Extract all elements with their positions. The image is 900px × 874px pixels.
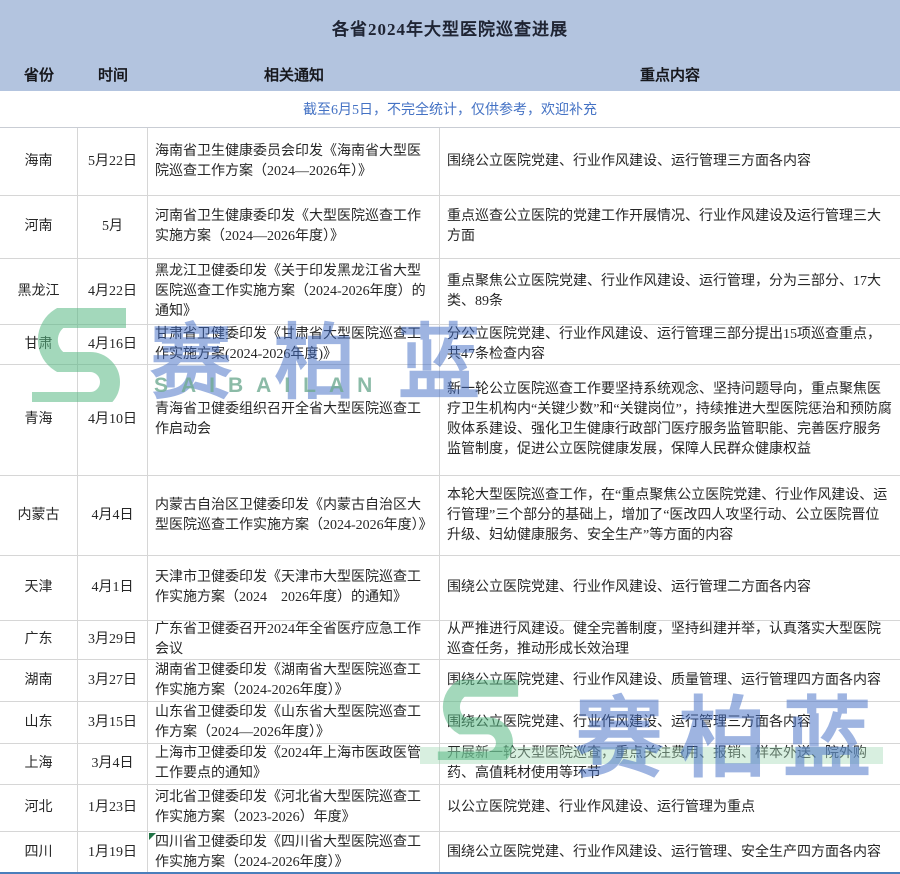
table-row: 湖南 3月27日 湖南省卫健委印发《湖南省大型医院巡查工作实施方案（2024-2… (0, 660, 900, 702)
content-cell: 围绕公立医院党建、行业作风建设、运行管理三方面各内容 (440, 702, 900, 743)
date-cell: 3月29日 (78, 621, 148, 659)
notice-cell: 四川省卫健委印发《四川省大型医院巡查工作实施方案（2024-2026年度）》 (148, 832, 440, 873)
content-cell: 围绕公立医院党建、行业作风建设、运行管理三方面各内容 (440, 128, 900, 195)
table-row: 河北 1月23日 河北省卫健委印发《河北省大型医院巡查工作实施方案（2023-2… (0, 785, 900, 832)
province-cell: 海南 (0, 128, 78, 195)
date-cell: 5月 (78, 196, 148, 258)
content-cell: 新一轮公立医院巡查工作要坚持系统观念、坚持问题导向，重点聚焦医疗卫生机构内“关键… (440, 365, 900, 475)
notice-cell: 河南省卫生健康委印发《大型医院巡查工作实施方案（2024—2026年度）》 (148, 196, 440, 258)
table-row: 黑龙江 4月22日 黑龙江卫健委印发《关于印发黑龙江省大型医院巡查工作实施方案（… (0, 259, 900, 325)
table-row: 甘肃 4月16日 甘肃省卫健委印发《甘肃省大型医院巡查工作实施方案(2024-2… (0, 325, 900, 365)
table-row: 河南 5月 河南省卫生健康委印发《大型医院巡查工作实施方案（2024—2026年… (0, 196, 900, 259)
province-cell: 山东 (0, 702, 78, 743)
date-cell: 3月4日 (78, 744, 148, 784)
notice-cell: 内蒙古自治区卫健委印发《内蒙古自治区大型医院巡查工作实施方案（2024-2026… (148, 476, 440, 555)
note-row: 截至6月5日，不完全统计，仅供参考，欢迎补充 (0, 91, 900, 128)
province-cell: 内蒙古 (0, 476, 78, 555)
province-cell: 河南 (0, 196, 78, 258)
date-cell: 4月16日 (78, 325, 148, 364)
column-header-date: 时间 (78, 58, 148, 91)
content-cell: 围绕公立医院党建、行业作风建设、运行管理、安全生产四方面各内容 (440, 832, 900, 873)
date-cell: 1月23日 (78, 785, 148, 831)
province-cell: 黑龙江 (0, 259, 78, 324)
notice-cell: 河北省卫健委印发《河北省大型医院巡查工作实施方案（2023-2026）年度》 (148, 785, 440, 831)
province-cell: 四川 (0, 832, 78, 873)
table-row: 内蒙古 4月4日 内蒙古自治区卫健委印发《内蒙古自治区大型医院巡查工作实施方案（… (0, 476, 900, 556)
table-row: 山东 3月15日 山东省卫健委印发《山东省大型医院巡查工作方案（2024—202… (0, 702, 900, 744)
column-header-row: 省份 时间 相关通知 重点内容 (0, 58, 900, 91)
notice-cell: 海南省卫生健康委员会印发《海南省大型医院巡查工作方案（2024—2026年）》 (148, 128, 440, 195)
notice-cell: 甘肃省卫健委印发《甘肃省大型医院巡查工作实施方案(2024-2026年度)》 (148, 325, 440, 364)
content-cell: 围绕公立医院党建、行业作风建设、运行管理二方面各内容 (440, 556, 900, 620)
table-body: 海南 5月22日 海南省卫生健康委员会印发《海南省大型医院巡查工作方案（2024… (0, 128, 900, 874)
date-cell: 3月27日 (78, 660, 148, 701)
content-cell: 分公立医院党建、行业作风建设、运行管理三部分提出15项巡查重点，共47条检查内容 (440, 325, 900, 364)
province-cell: 天津 (0, 556, 78, 620)
column-header-province: 省份 (0, 58, 78, 91)
province-cell: 河北 (0, 785, 78, 831)
page-title: 各省2024年大型医院巡查进展 (0, 15, 900, 40)
table-row: 广东 3月29日 广东省卫健委召开2024年全省医疗应急工作会议 从严推进行风建… (0, 621, 900, 660)
notice-cell: 上海市卫健委印发《2024年上海市医政医管工作要点的通知》 (148, 744, 440, 784)
province-cell: 湖南 (0, 660, 78, 701)
notice-cell: 天津市卫健委印发《天津市大型医院巡查工作实施方案（2024 2026年度）的通知… (148, 556, 440, 620)
table-row: 天津 4月1日 天津市卫健委印发《天津市大型医院巡查工作实施方案（2024 20… (0, 556, 900, 621)
notice-cell: 湖南省卫健委印发《湖南省大型医院巡查工作实施方案（2024-2026年度）》 (148, 660, 440, 701)
date-cell: 4月4日 (78, 476, 148, 555)
content-cell: 开展新一轮大型医院巡查，重点关注费用、报销、样本外送、院外购药、高值耗材使用等环… (440, 744, 900, 784)
province-cell: 上海 (0, 744, 78, 784)
content-cell: 重点聚焦公立医院党建、行业作风建设、运行管理，分为三部分、17大类、89条 (440, 259, 900, 324)
table-row: 青海 4月10日 青海省卫健委组织召开全省大型医院巡查工作启动会 新一轮公立医院… (0, 365, 900, 476)
content-cell: 以公立医院党建、行业作风建设、运行管理为重点 (440, 785, 900, 831)
table-row: 海南 5月22日 海南省卫生健康委员会印发《海南省大型医院巡查工作方案（2024… (0, 128, 900, 196)
table-row: 上海 3月4日 上海市卫健委印发《2024年上海市医政医管工作要点的通知》 开展… (0, 744, 900, 785)
province-cell: 甘肃 (0, 325, 78, 364)
date-cell: 4月10日 (78, 365, 148, 475)
notice-cell: 山东省卫健委印发《山东省大型医院巡查工作方案（2024—2026年度）》 (148, 702, 440, 743)
province-cell: 青海 (0, 365, 78, 475)
column-header-notice: 相关通知 (148, 58, 440, 91)
date-cell: 4月1日 (78, 556, 148, 620)
notice-cell: 黑龙江卫健委印发《关于印发黑龙江省大型医院巡查工作实施方案（2024-2026年… (148, 259, 440, 324)
column-header-content: 重点内容 (440, 58, 900, 91)
content-cell: 围绕公立医院党建、行业作风建设、质量管理、运行管理四方面各内容 (440, 660, 900, 701)
date-cell: 1月19日 (78, 832, 148, 873)
table-row: 四川 1月19日 四川省卫健委印发《四川省大型医院巡查工作实施方案（2024-2… (0, 832, 900, 874)
content-cell: 本轮大型医院巡查工作，在“重点聚焦公立医院党建、行业作风建设、运行管理”三个部分… (440, 476, 900, 555)
hospital-inspection-table: 各省2024年大型医院巡查进展 省份 时间 相关通知 重点内容 截至6月5日，不… (0, 0, 900, 874)
province-cell: 广东 (0, 621, 78, 659)
notice-cell: 青海省卫健委组织召开全省大型医院巡查工作启动会 (148, 365, 440, 475)
content-cell: 重点巡查公立医院的党建工作开展情况、行业作风建设及运行管理三大方面 (440, 196, 900, 258)
date-cell: 3月15日 (78, 702, 148, 743)
content-cell: 从严推进行风建设。健全完善制度，坚持纠建并举，认真落实大型医院巡查任务，推动形成… (440, 621, 900, 659)
date-cell: 4月22日 (78, 259, 148, 324)
notice-cell: 广东省卫健委召开2024年全省医疗应急工作会议 (148, 621, 440, 659)
date-cell: 5月22日 (78, 128, 148, 195)
